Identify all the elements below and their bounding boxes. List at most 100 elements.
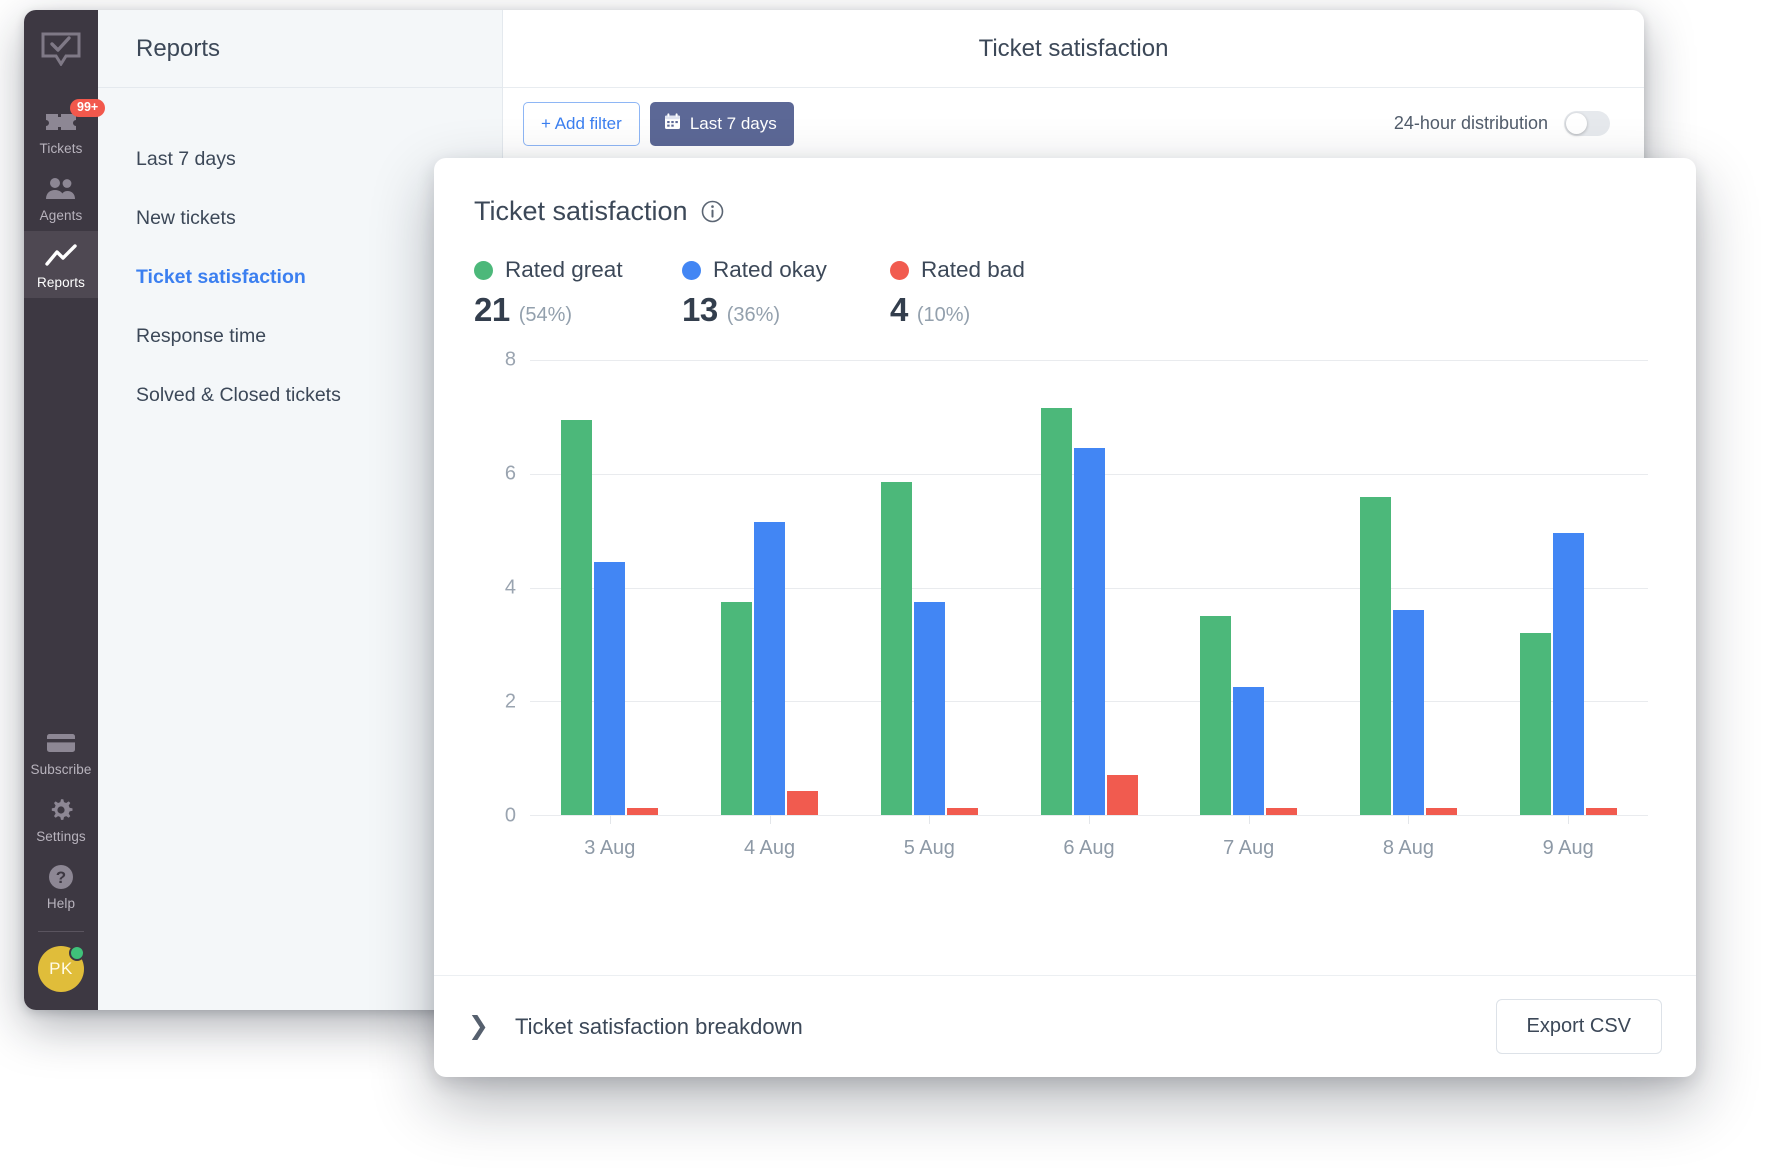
chart-bar[interactable] bbox=[594, 562, 625, 815]
breakdown-label: Ticket satisfaction breakdown bbox=[515, 1014, 803, 1040]
ticket-icon: 99+ bbox=[44, 107, 78, 137]
x-axis-tick-label: 3 Aug bbox=[530, 837, 690, 860]
bar-cluster bbox=[690, 360, 850, 815]
add-filter-button[interactable]: + Add filter bbox=[523, 102, 640, 146]
bar-cluster bbox=[530, 360, 690, 815]
chart-bar[interactable] bbox=[1041, 408, 1072, 815]
legend-dot-great bbox=[474, 261, 493, 280]
chart-bar[interactable] bbox=[914, 602, 945, 815]
legend-item-rated-bad: Rated bad 4 (10%) bbox=[890, 257, 1098, 329]
chart-bar-group: 6 Aug bbox=[1009, 360, 1169, 815]
sidebar-item-settings[interactable]: Settings bbox=[24, 785, 98, 852]
x-axis-tick bbox=[1408, 815, 1409, 824]
reports-sidebar-header: Reports bbox=[98, 10, 502, 88]
legend-item-rated-okay: Rated okay 13 (36%) bbox=[682, 257, 890, 329]
chart-bar[interactable] bbox=[881, 482, 912, 815]
bar-cluster bbox=[1488, 360, 1648, 815]
chart-bar-group: 8 Aug bbox=[1329, 360, 1489, 815]
chart-bar[interactable] bbox=[1393, 610, 1424, 815]
sidebar-label-agents: Agents bbox=[40, 208, 83, 223]
reports-header-title: Reports bbox=[136, 35, 220, 63]
legend-percent-okay: (36%) bbox=[727, 304, 780, 327]
rail-bottom-group: Subscribe Settings ? Help bbox=[24, 718, 98, 1000]
x-axis-tick-label: 6 Aug bbox=[1009, 837, 1169, 860]
distribution-toggle[interactable] bbox=[1564, 111, 1610, 136]
chevron-right-icon: ❯ bbox=[468, 1014, 489, 1039]
inbox-check-logo-icon[interactable] bbox=[41, 32, 81, 71]
sidebar-label-reports: Reports bbox=[37, 275, 85, 290]
date-filter-label: Last 7 days bbox=[690, 114, 777, 134]
calendar-icon bbox=[664, 113, 681, 135]
sidebar-label-tickets: Tickets bbox=[40, 141, 83, 156]
chart-bar[interactable] bbox=[721, 602, 752, 815]
chart-bar[interactable] bbox=[1426, 808, 1457, 815]
chart-bar-group: 3 Aug bbox=[530, 360, 690, 815]
sidebar-item-reports[interactable]: Reports bbox=[24, 231, 98, 298]
satisfaction-bar-chart: 02468 3 Aug4 Aug5 Aug6 Aug7 Aug8 Aug9 Au… bbox=[474, 348, 1656, 875]
avatar-initials: PK bbox=[49, 959, 73, 979]
legend-dot-okay bbox=[682, 261, 701, 280]
date-filter-button[interactable]: Last 7 days bbox=[650, 102, 794, 146]
chart-bar[interactable] bbox=[1553, 533, 1584, 815]
sidebar-item-tickets[interactable]: 99+ Tickets bbox=[24, 97, 98, 164]
x-axis-tick bbox=[770, 815, 771, 824]
chart-bar[interactable] bbox=[1586, 808, 1617, 815]
sidebar-label-settings: Settings bbox=[36, 829, 86, 844]
distribution-toggle-group: 24-hour distribution bbox=[1394, 111, 1610, 136]
legend-item-rated-great: Rated great 21 (54%) bbox=[474, 257, 682, 329]
legend-label-bad: Rated bad bbox=[921, 257, 1025, 283]
chart-bar[interactable] bbox=[1520, 633, 1551, 815]
sidebar-item-agents[interactable]: Agents bbox=[24, 164, 98, 231]
bar-cluster bbox=[1169, 360, 1329, 815]
legend-value-okay: 13 bbox=[682, 291, 718, 329]
export-csv-button[interactable]: Export CSV bbox=[1496, 999, 1662, 1054]
y-axis-tick-label: 8 bbox=[505, 349, 516, 372]
y-axis-tick-label: 0 bbox=[505, 805, 516, 828]
avatar-status-dot bbox=[69, 945, 85, 961]
chart-bar[interactable] bbox=[627, 808, 658, 815]
y-axis-tick-label: 2 bbox=[505, 691, 516, 714]
distribution-toggle-label: 24-hour distribution bbox=[1394, 113, 1548, 134]
legend-percent-great: (54%) bbox=[519, 304, 572, 327]
x-axis-tick-label: 5 Aug bbox=[849, 837, 1009, 860]
legend-percent-bad: (10%) bbox=[917, 304, 970, 327]
chart-bar-group: 9 Aug bbox=[1488, 360, 1648, 815]
x-axis-tick bbox=[610, 815, 611, 824]
chart-bar-group: 5 Aug bbox=[849, 360, 1009, 815]
chart-bar[interactable] bbox=[561, 420, 592, 815]
agents-icon bbox=[44, 174, 78, 204]
chart-bar[interactable] bbox=[1233, 687, 1264, 815]
sidebar-item-help[interactable]: ? Help bbox=[24, 852, 98, 919]
chart-bar[interactable] bbox=[1266, 808, 1297, 815]
report-card: Ticket satisfaction Rated great 21 (54%) bbox=[434, 158, 1696, 1077]
sidebar-item-subscribe[interactable]: Subscribe bbox=[24, 718, 98, 785]
filter-bar: + Add filter Last 7 days bbox=[503, 88, 1644, 160]
bar-cluster bbox=[1009, 360, 1169, 815]
report-item-label: Solved & Closed tickets bbox=[136, 384, 341, 407]
credit-card-icon bbox=[46, 728, 76, 758]
y-axis-tick-label: 6 bbox=[505, 463, 516, 486]
question-circle-icon: ? bbox=[47, 862, 75, 892]
chart-bar[interactable] bbox=[1107, 775, 1138, 815]
chart-bar[interactable] bbox=[1200, 616, 1231, 815]
chart-bar-groups: 3 Aug4 Aug5 Aug6 Aug7 Aug8 Aug9 Aug bbox=[530, 360, 1648, 815]
chart-bar[interactable] bbox=[1074, 448, 1105, 815]
breakdown-toggle[interactable]: ❯ Ticket satisfaction breakdown bbox=[468, 1014, 803, 1040]
svg-text:?: ? bbox=[56, 868, 66, 887]
x-axis-tick-label: 4 Aug bbox=[690, 837, 850, 860]
chart-bar[interactable] bbox=[1360, 497, 1391, 816]
chart-plot-area: 02468 3 Aug4 Aug5 Aug6 Aug7 Aug8 Aug9 Au… bbox=[530, 360, 1648, 815]
chart-legend: Rated great 21 (54%) Rated okay 13 (36%) bbox=[474, 257, 1656, 329]
bar-cluster bbox=[849, 360, 1009, 815]
legend-dot-bad bbox=[890, 261, 909, 280]
info-circle-icon[interactable] bbox=[701, 200, 724, 223]
avatar[interactable]: PK bbox=[38, 946, 84, 992]
tickets-badge: 99+ bbox=[70, 99, 105, 117]
chart-bar[interactable] bbox=[947, 808, 978, 815]
chart-bar[interactable] bbox=[787, 791, 818, 815]
page-title: Ticket satisfaction bbox=[979, 35, 1169, 63]
chart-bar[interactable] bbox=[754, 522, 785, 815]
report-card-footer: ❯ Ticket satisfaction breakdown Export C… bbox=[434, 975, 1696, 1077]
gear-icon bbox=[47, 795, 75, 825]
report-item-label: Response time bbox=[136, 325, 266, 348]
